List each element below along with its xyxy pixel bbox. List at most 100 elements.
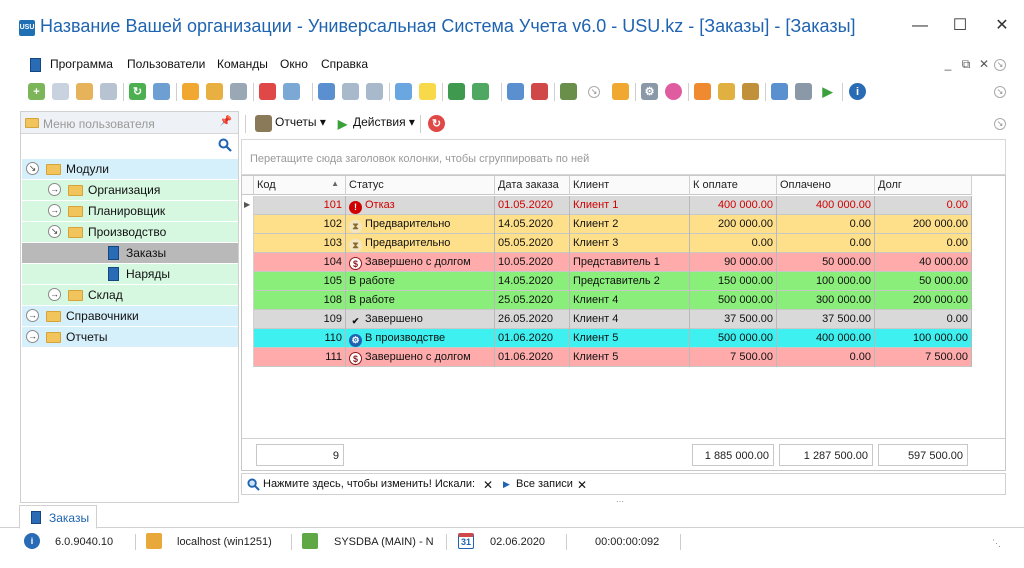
- excel-export-icon[interactable]: [448, 83, 465, 100]
- cell-date[interactable]: 25.05.2020: [495, 291, 570, 310]
- close-button[interactable]: ✕: [988, 12, 1016, 40]
- cell-code[interactable]: 109: [254, 310, 346, 329]
- pin-icon[interactable]: 📌: [220, 116, 232, 127]
- cell-debt[interactable]: 40 000.00: [875, 253, 972, 272]
- cell-paid[interactable]: 0.00: [777, 215, 875, 234]
- menu-commands[interactable]: Команды: [217, 57, 268, 71]
- all-records-filter[interactable]: Все записи: [516, 478, 573, 490]
- table-icon[interactable]: [771, 83, 788, 100]
- cell-to-pay[interactable]: 400 000.00: [690, 196, 777, 215]
- cell-debt[interactable]: 0.00: [875, 234, 972, 253]
- copy-icon[interactable]: [52, 83, 69, 100]
- column-header-code[interactable]: Код ▲: [254, 176, 346, 195]
- tab-orders[interactable]: Заказы: [19, 505, 97, 529]
- filter-settings-icon[interactable]: [206, 83, 223, 100]
- add-row-icon[interactable]: [395, 83, 412, 100]
- cell-client[interactable]: Клиент 5: [570, 329, 690, 348]
- edit-icon[interactable]: [76, 83, 93, 100]
- cell-status[interactable]: ⧗ Предварительно: [346, 215, 495, 234]
- filter-clear-icon[interactable]: [230, 83, 247, 100]
- table-row[interactable]: ▶ 101! Отказ 01.05.2020 Клиент 1 400 000.00 40…: [242, 196, 972, 215]
- circle-arrow-icon[interactable]: ↘: [588, 86, 600, 98]
- minimize-button[interactable]: —: [906, 12, 934, 40]
- cell-debt[interactable]: 200 000.00: [875, 215, 972, 234]
- cell-code[interactable]: 101: [254, 196, 346, 215]
- cell-status[interactable]: В работе: [346, 272, 495, 291]
- users-icon[interactable]: [742, 83, 759, 100]
- cell-debt[interactable]: 0.00: [875, 310, 972, 329]
- expand-node-icon[interactable]: →: [48, 183, 61, 196]
- row-indicator[interactable]: [242, 329, 254, 348]
- column-header-debt[interactable]: Долг: [875, 176, 972, 195]
- exit-icon[interactable]: [560, 83, 577, 100]
- column-header-paid[interactable]: Оплачено: [777, 176, 875, 195]
- cell-client[interactable]: Клиент 4: [570, 310, 690, 329]
- reports-button[interactable]: Отчеты ▾: [275, 115, 326, 129]
- cell-debt[interactable]: 200 000.00: [875, 291, 972, 310]
- cell-paid[interactable]: 0.00: [777, 348, 875, 367]
- cell-code[interactable]: 108: [254, 291, 346, 310]
- cell-client[interactable]: Клиент 2: [570, 215, 690, 234]
- cell-date[interactable]: 26.05.2020: [495, 310, 570, 329]
- tree-item[interactable]: → Склад: [22, 285, 238, 305]
- column-header-client[interactable]: Клиент: [570, 176, 690, 195]
- cell-date[interactable]: 10.05.2020: [495, 253, 570, 272]
- cell-status[interactable]: ⧗ Предварительно: [346, 234, 495, 253]
- columns-icon[interactable]: [318, 83, 335, 100]
- cell-client[interactable]: Клиент 3: [570, 234, 690, 253]
- table-row[interactable]: 111 $ Завершено с долгом 01.06.2020 Клиент 5…: [242, 348, 972, 367]
- cell-to-pay[interactable]: 7 500.00: [690, 348, 777, 367]
- cell-paid[interactable]: 400 000.00: [777, 329, 875, 348]
- cell-client[interactable]: Клиент 1: [570, 196, 690, 215]
- collapse-icon[interactable]: ↘: [994, 59, 1006, 71]
- cell-code[interactable]: 110: [254, 329, 346, 348]
- collapse-icon[interactable]: ↘: [994, 86, 1006, 98]
- color-wheel-icon[interactable]: [665, 83, 682, 100]
- row-indicator[interactable]: [242, 310, 254, 329]
- collapse-all-icon[interactable]: [366, 83, 383, 100]
- location-pin-icon[interactable]: [612, 83, 629, 100]
- cell-debt[interactable]: 0.00: [875, 196, 972, 215]
- cell-to-pay[interactable]: 0.00: [690, 234, 777, 253]
- gear-icon[interactable]: ⚙: [641, 83, 658, 100]
- row-indicator[interactable]: [242, 253, 254, 272]
- expand-node-icon[interactable]: →: [48, 204, 61, 217]
- cell-paid[interactable]: 300 000.00: [777, 291, 875, 310]
- image-icon[interactable]: [283, 83, 300, 100]
- table-row[interactable]: 104 $ Завершено с долгом 10.05.2020 Представ…: [242, 253, 972, 272]
- table-row[interactable]: 103 ⧗ Предварительно 05.05.2020 Клиент 3 0.00…: [242, 234, 972, 253]
- actions-button[interactable]: Действия ▾: [353, 115, 415, 129]
- cell-paid[interactable]: 0.00: [777, 234, 875, 253]
- cell-client[interactable]: Представитель 1: [570, 253, 690, 272]
- table-row[interactable]: 108 В работе 25.05.2020 Клиент 4 500 000.00 3…: [242, 291, 972, 310]
- cell-to-pay[interactable]: 200 000.00: [690, 215, 777, 234]
- expand-node-icon[interactable]: →: [48, 288, 61, 301]
- tree-item[interactable]: Заказы: [22, 243, 238, 263]
- search-icon[interactable]: [218, 138, 232, 152]
- row-indicator[interactable]: ▶: [242, 196, 254, 215]
- cell-paid[interactable]: 50 000.00: [777, 253, 875, 272]
- cell-paid[interactable]: 400 000.00: [777, 196, 875, 215]
- tree-item[interactable]: → Отчеты: [22, 327, 238, 347]
- cell-to-pay[interactable]: 37 500.00: [690, 310, 777, 329]
- close-window-icon[interactable]: [531, 83, 548, 100]
- cell-debt[interactable]: 7 500.00: [875, 348, 972, 367]
- table-row[interactable]: 110 ⚙ В производстве 01.06.2020 Клиент 5 500 …: [242, 329, 972, 348]
- mdi-minimize-button[interactable]: _: [940, 57, 956, 71]
- cell-code[interactable]: 111: [254, 348, 346, 367]
- flag-icon[interactable]: [259, 83, 276, 100]
- cell-status[interactable]: $ Завершено с долгом: [346, 253, 495, 272]
- expand-node-icon[interactable]: →: [26, 330, 39, 343]
- print-icon[interactable]: [795, 83, 812, 100]
- cell-date[interactable]: 01.06.2020: [495, 348, 570, 367]
- expand-node-icon[interactable]: →: [26, 309, 39, 322]
- add-icon[interactable]: +: [28, 83, 45, 100]
- refresh-icon[interactable]: ↻: [129, 83, 146, 100]
- cell-to-pay[interactable]: 500 000.00: [690, 329, 777, 348]
- refresh-icon[interactable]: ↻: [428, 115, 445, 132]
- column-header-to-pay[interactable]: К оплате: [690, 176, 777, 195]
- cell-client[interactable]: Клиент 5: [570, 348, 690, 367]
- new-window-icon[interactable]: [507, 83, 524, 100]
- cell-debt[interactable]: 100 000.00: [875, 329, 972, 348]
- cell-date[interactable]: 05.05.2020: [495, 234, 570, 253]
